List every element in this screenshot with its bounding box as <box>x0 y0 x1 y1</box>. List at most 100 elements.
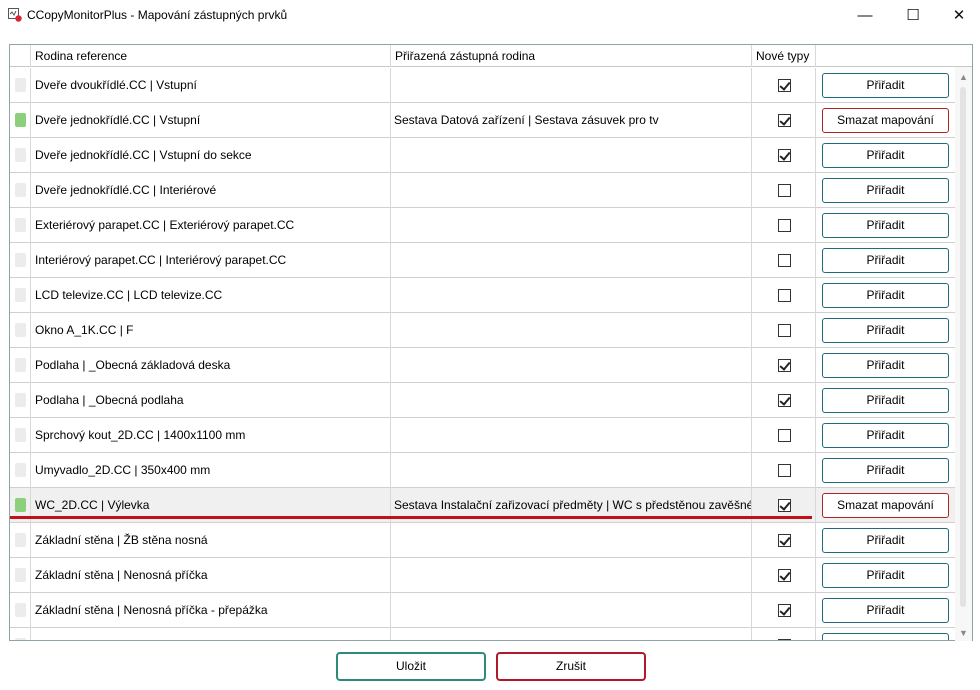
table-row[interactable]: Interiérový parapet.CC | Interiérový par… <box>10 243 956 278</box>
header-new-types[interactable]: Nové typy <box>752 45 816 67</box>
action-cell: Přiřadit <box>816 348 956 383</box>
new-types-checkbox[interactable] <box>778 184 791 197</box>
assign-button[interactable]: Přiřadit <box>822 598 949 623</box>
mapping-status-indicator <box>15 148 26 162</box>
assign-button[interactable]: Přiřadit <box>822 633 949 640</box>
table-row[interactable]: Sprchový kout_2D.CC | 1400x1100 mm Přiřad… <box>10 418 956 453</box>
action-cell: Přiřadit <box>816 523 956 558</box>
action-cell: Přiřadit <box>816 628 956 640</box>
scroll-down-icon[interactable]: ▼ <box>955 625 972 641</box>
assign-button[interactable]: Přiřadit <box>822 388 949 413</box>
action-cell: Přiřadit <box>816 138 956 173</box>
delete-mapping-button[interactable]: Smazat mapování <box>822 108 949 133</box>
assign-button[interactable]: Přiřadit <box>822 178 949 203</box>
assign-button[interactable]: Přiřadit <box>822 318 949 343</box>
save-button[interactable]: Uložit <box>336 652 486 681</box>
header-family[interactable]: Rodina reference <box>31 45 391 67</box>
assign-button[interactable]: Přiřadit <box>822 563 949 588</box>
new-types-checkbox[interactable] <box>778 79 791 92</box>
assign-button[interactable]: Přiřadit <box>822 248 949 273</box>
assigned-family <box>391 68 752 103</box>
new-types-cell <box>752 243 816 278</box>
table-row[interactable]: Dveře dvoukřídlé.CC | Vstupní Přiřadit <box>10 68 956 103</box>
assign-button[interactable]: Přiřadit <box>822 423 949 448</box>
assign-button[interactable]: Přiřadit <box>822 353 949 378</box>
new-types-cell <box>752 453 816 488</box>
row-indicator-cell <box>10 138 31 173</box>
new-types-cell <box>752 68 816 103</box>
new-types-checkbox[interactable] <box>778 639 791 640</box>
row-indicator-cell <box>10 523 31 558</box>
header-indicator <box>10 45 31 67</box>
assign-button[interactable]: Přiřadit <box>822 213 949 238</box>
table-row[interactable]: Základní stěna | ŽB stěna nosná Přiřadit <box>10 523 956 558</box>
vertical-scrollbar[interactable]: ▲ ▼ <box>955 67 972 641</box>
header-action <box>816 45 956 67</box>
action-cell: Přiřadit <box>816 313 956 348</box>
assigned-family <box>391 523 752 558</box>
new-types-checkbox[interactable] <box>778 359 791 372</box>
row-indicator-cell <box>10 68 31 103</box>
delete-mapping-button[interactable]: Smazat mapování <box>822 493 949 518</box>
action-cell: Smazat mapování <box>816 103 956 138</box>
new-types-cell <box>752 208 816 243</box>
assigned-family <box>391 278 752 313</box>
assign-button[interactable]: Přiřadit <box>822 73 949 98</box>
assign-button[interactable]: Přiřadit <box>822 458 949 483</box>
new-types-checkbox[interactable] <box>778 464 791 477</box>
new-types-checkbox[interactable] <box>778 604 791 617</box>
close-button[interactable]: ✕ <box>936 0 980 30</box>
assigned-family <box>391 383 752 418</box>
assigned-family <box>391 453 752 488</box>
table-row[interactable]: Dveře jednokřídlé.CC | Vstupní Sestava Da… <box>10 103 956 138</box>
table-row[interactable]: LCD televize.CC | LCD televize.CC Přiřadi… <box>10 278 956 313</box>
scroll-up-icon[interactable]: ▲ <box>955 69 972 85</box>
assigned-family <box>391 558 752 593</box>
family-name: Umyvadlo_2D.CC | 350x400 mm <box>31 453 391 488</box>
new-types-checkbox[interactable] <box>778 254 791 267</box>
new-types-cell <box>752 138 816 173</box>
table-row[interactable]: Umyvadlo_2D.CC | 350x400 mm Přiřadit <box>10 453 956 488</box>
family-name: Základní stěna | ŽB stěna nosná <box>31 523 391 558</box>
table-row[interactable]: Základní stěna | Nenosná příčka Přiřadit <box>10 558 956 593</box>
family-name: Podlaha | _Obecná podlaha <box>31 383 391 418</box>
new-types-checkbox[interactable] <box>778 569 791 582</box>
cancel-button[interactable]: Zrušit <box>496 652 646 681</box>
table-row[interactable]: Exteriérový parapet.CC | Exteriérový par… <box>10 208 956 243</box>
assigned-family <box>391 173 752 208</box>
new-types-checkbox[interactable] <box>778 219 791 232</box>
table-row[interactable]: Podlaha | _Obecná základová deska Přiřadi… <box>10 348 956 383</box>
family-name: Základní stěna | Obvodová stěna <box>31 628 391 640</box>
new-types-checkbox[interactable] <box>778 499 791 512</box>
table-row[interactable]: Okno A_1K.CC | F Přiřadit <box>10 313 956 348</box>
header-assigned[interactable]: Přiřazená zástupná rodina <box>391 45 752 67</box>
family-name: Sprchový kout_2D.CC | 1400x1100 mm <box>31 418 391 453</box>
mapping-status-indicator <box>15 568 26 582</box>
new-types-checkbox[interactable] <box>778 324 791 337</box>
table-row[interactable]: Dveře jednokřídlé.CC | Vstupní do sekce P… <box>10 138 956 173</box>
table-row[interactable]: Základní stěna | Nenosná příčka - přepáž… <box>10 593 956 628</box>
new-types-checkbox[interactable] <box>778 534 791 547</box>
action-cell: Smazat mapování <box>816 488 956 523</box>
mapping-status-indicator <box>15 463 26 477</box>
action-cell: Přiřadit <box>816 68 956 103</box>
row-indicator-cell <box>10 208 31 243</box>
minimize-button[interactable]: — <box>842 0 888 30</box>
scroll-thumb[interactable] <box>960 87 966 607</box>
assign-button[interactable]: Přiřadit <box>822 528 949 553</box>
new-types-checkbox[interactable] <box>778 149 791 162</box>
assign-button[interactable]: Přiřadit <box>822 143 949 168</box>
new-types-checkbox[interactable] <box>778 114 791 127</box>
new-types-checkbox[interactable] <box>778 429 791 442</box>
row-indicator-cell <box>10 383 31 418</box>
table-row[interactable]: Dveře jednokřídlé.CC | Interiérové Přiřad… <box>10 173 956 208</box>
new-types-checkbox[interactable] <box>778 289 791 302</box>
table-row[interactable]: Podlaha | _Obecná podlaha Přiřadit <box>10 383 956 418</box>
row-indicator-cell <box>10 418 31 453</box>
new-types-checkbox[interactable] <box>778 394 791 407</box>
mapping-status-indicator <box>15 183 26 197</box>
table-row[interactable]: Základní stěna | Obvodová stěna Přiřadit <box>10 628 956 640</box>
maximize-button[interactable]: ☐ <box>890 0 936 30</box>
new-types-cell <box>752 628 816 640</box>
assign-button[interactable]: Přiřadit <box>822 283 949 308</box>
